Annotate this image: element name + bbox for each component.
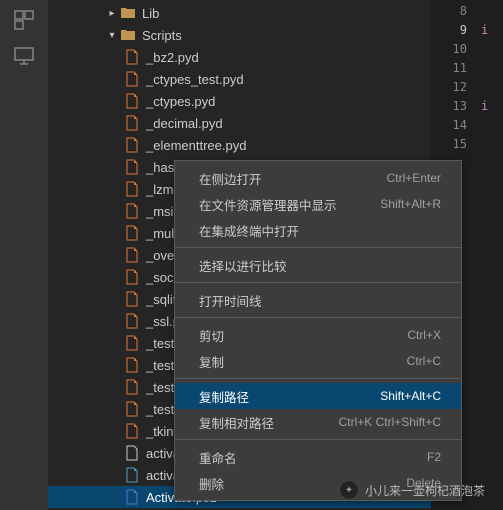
line-number: 12 [431, 80, 479, 99]
code-token: i [479, 99, 503, 118]
editor-area[interactable]: ii [479, 0, 503, 510]
folder-label: Lib [142, 6, 159, 21]
twisty-icon: ▸ [104, 8, 120, 19]
menu-item[interactable]: 剪切 Ctrl+X [175, 322, 461, 348]
file-icon [124, 137, 140, 153]
watermark-text: 小儿来一壶枸杞酒泡茶 [365, 482, 485, 499]
menu-shortcut: Ctrl+K Ctrl+Shift+C [339, 415, 441, 429]
menu-item[interactable]: 复制路径 Shift+Alt+C [175, 383, 461, 409]
code-token [479, 118, 503, 137]
file-icon [124, 49, 140, 65]
menu-shortcut: Ctrl+Enter [387, 171, 441, 185]
menu-item[interactable]: 重命名 F2 [175, 444, 461, 470]
file-icon [124, 379, 140, 395]
file-label: _bz2.pyd [146, 50, 199, 65]
file-icon [124, 203, 140, 219]
file-icon [124, 269, 140, 285]
file-icon [124, 467, 140, 483]
menu-item[interactable]: 在文件资源管理器中显示 Shift+Alt+R [175, 191, 461, 217]
line-number: 10 [431, 42, 479, 61]
file-icon [124, 313, 140, 329]
menu-separator [175, 378, 461, 379]
file-label: _elementtree.pyd [146, 138, 246, 153]
menu-label: 在文件资源管理器中显示 [199, 195, 337, 214]
menu-item[interactable]: 选择以进行比较 [175, 252, 461, 278]
wechat-icon: ✦ [339, 480, 359, 500]
context-menu: 在侧边打开 Ctrl+Enter 在文件资源管理器中显示 Shift+Alt+R 在集成… [174, 160, 462, 501]
file-icon [124, 335, 140, 351]
line-number: 9 [431, 23, 479, 42]
file-icon [124, 357, 140, 373]
extensions-icon[interactable] [12, 8, 36, 32]
code-token [479, 4, 503, 23]
menu-separator [175, 439, 461, 440]
file-item[interactable]: _ctypes.pyd [48, 90, 431, 112]
file-icon [124, 159, 140, 175]
watermark: ✦ 小儿来一壶枸杞酒泡茶 [339, 480, 485, 500]
menu-label: 重命名 [199, 448, 237, 467]
menu-separator [175, 247, 461, 248]
file-icon [124, 181, 140, 197]
menu-item[interactable]: 在侧边打开 Ctrl+Enter [175, 165, 461, 191]
folder-scripts[interactable]: ▾ Scripts [48, 24, 431, 46]
menu-label: 在侧边打开 [199, 169, 262, 188]
line-number: 11 [431, 61, 479, 80]
file-icon [124, 225, 140, 241]
menu-label: 在集成终端中打开 [199, 221, 299, 240]
file-icon [124, 115, 140, 131]
folder-icon [120, 27, 136, 43]
menu-shortcut: Ctrl+X [407, 328, 441, 342]
menu-shortcut: Shift+Alt+C [380, 389, 441, 403]
code-token: i [479, 23, 503, 42]
file-icon [124, 93, 140, 109]
menu-item[interactable]: 在集成终端中打开 [175, 217, 461, 243]
menu-shortcut: Shift+Alt+R [380, 197, 441, 211]
code-token [479, 137, 503, 156]
file-label: _ctypes.pyd [146, 94, 215, 109]
menu-label: 剪切 [199, 326, 224, 345]
file-icon [124, 489, 140, 505]
menu-label: 打开时间线 [199, 291, 262, 310]
menu-shortcut: Ctrl+C [407, 354, 441, 368]
folder-label: Scripts [142, 28, 182, 43]
file-icon [124, 71, 140, 87]
code-token [479, 42, 503, 61]
line-number: 13 [431, 99, 479, 118]
file-icon [124, 401, 140, 417]
file-icon [124, 247, 140, 263]
file-item[interactable]: _elementtree.pyd [48, 134, 431, 156]
file-label: _decimal.pyd [146, 116, 223, 131]
menu-label: 复制路径 [199, 387, 249, 406]
line-number: 8 [431, 4, 479, 23]
folder-lib[interactable]: ▸ Lib [48, 2, 431, 24]
menu-item[interactable]: 复制相对路径 Ctrl+K Ctrl+Shift+C [175, 409, 461, 435]
menu-label: 删除 [199, 474, 224, 493]
file-label: _ctypes_test.pyd [146, 72, 244, 87]
folder-icon [120, 5, 136, 21]
code-token [479, 80, 503, 99]
remote-icon[interactable] [12, 44, 36, 68]
twisty-icon: ▾ [104, 30, 120, 41]
menu-item[interactable]: 复制 Ctrl+C [175, 348, 461, 374]
menu-label: 复制相对路径 [199, 413, 274, 432]
line-number: 14 [431, 118, 479, 137]
menu-shortcut: F2 [427, 450, 441, 464]
menu-label: 选择以进行比较 [199, 256, 287, 275]
file-icon [124, 423, 140, 439]
file-icon [124, 445, 140, 461]
code-token [479, 61, 503, 80]
menu-separator [175, 282, 461, 283]
menu-item[interactable]: 打开时间线 [175, 287, 461, 313]
file-item[interactable]: _decimal.pyd [48, 112, 431, 134]
file-item[interactable]: _bz2.pyd [48, 46, 431, 68]
file-icon [124, 291, 140, 307]
line-number: 15 [431, 137, 479, 156]
file-item[interactable]: _ctypes_test.pyd [48, 68, 431, 90]
activity-bar [0, 0, 48, 510]
menu-separator [175, 317, 461, 318]
menu-label: 复制 [199, 352, 224, 371]
